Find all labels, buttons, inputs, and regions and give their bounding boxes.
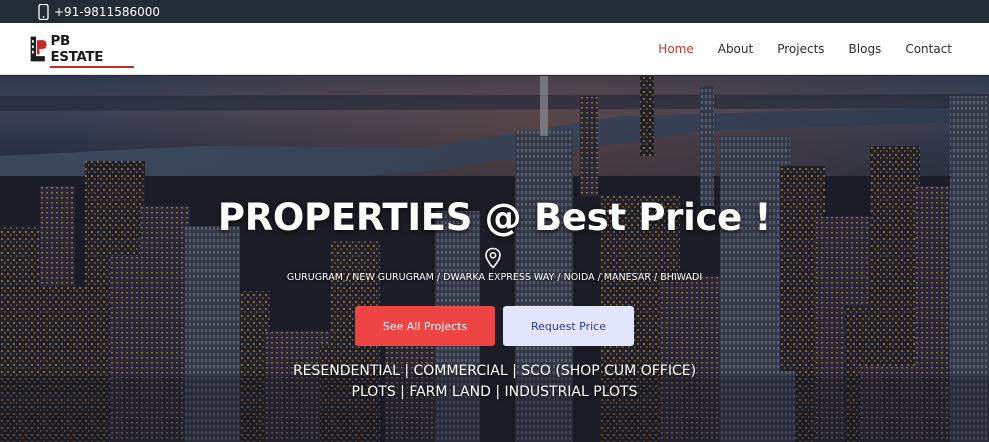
hero-section: PROPERTIES @ Best Price ! GURUGRAM / NEW…	[0, 76, 989, 442]
property-types-line-2: PLOTS | FARM LAND | INDUSTRIAL PLOTS	[351, 384, 638, 400]
main-navbar: PB ESTATE Home About Projects Blogs Cont…	[0, 23, 989, 75]
property-types-line-1: RESENDENTIAL | COMMERCIAL | SCO (SHOP CU…	[292, 363, 697, 379]
nav-home[interactable]: Home	[658, 42, 693, 56]
location-list: GURUGRAM / NEW GURUGRAM / DWARKA EXPRESS…	[286, 272, 703, 283]
request-price-button[interactable]: Request Price	[503, 306, 634, 346]
top-contact-bar: +91-9811586000	[0, 0, 989, 23]
logo-text: PB ESTATE	[50, 33, 134, 68]
mobile-phone-icon	[38, 3, 49, 20]
nav-projects[interactable]: Projects	[777, 42, 824, 56]
phone-number[interactable]: +91-9811586000	[54, 5, 160, 19]
pb-estate-logo[interactable]: PB ESTATE	[28, 32, 134, 68]
nav-blogs[interactable]: Blogs	[849, 42, 882, 56]
hero-title: PROPERTIES @ Best Price !	[217, 196, 772, 239]
nav-contact[interactable]: Contact	[905, 42, 952, 56]
see-all-projects-button[interactable]: See All Projects	[355, 306, 495, 346]
nav-about[interactable]: About	[718, 42, 753, 56]
map-pin-icon	[485, 247, 501, 269]
nav-menu: Home About Projects Blogs Contact	[634, 23, 952, 75]
logo-mark-icon	[30, 36, 47, 62]
